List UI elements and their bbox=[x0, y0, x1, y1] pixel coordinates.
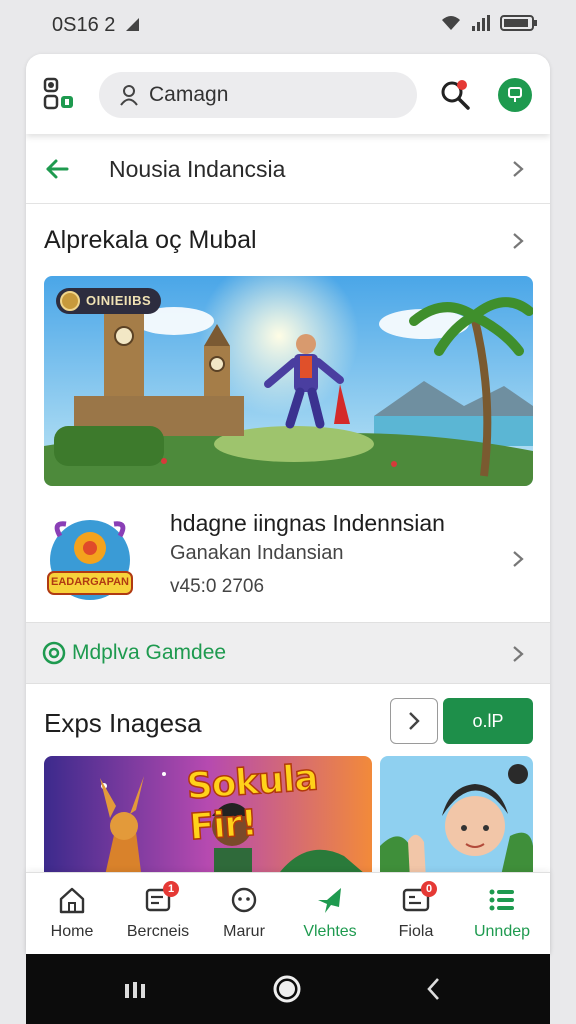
top-app-bar bbox=[26, 54, 550, 134]
wifi-icon bbox=[442, 16, 460, 30]
emblem-icon bbox=[60, 291, 80, 311]
target-icon bbox=[42, 641, 66, 665]
bottom-navigation: Home 1 Bercneis Marur Vlehtes 0 Fiola Un… bbox=[26, 872, 550, 954]
hero-badge: OINIEIIBS bbox=[56, 288, 162, 314]
featured-section-title: Alprekala oç Mubal bbox=[44, 226, 257, 254]
chevron-right-icon[interactable] bbox=[512, 645, 524, 663]
nav-home[interactable]: Home bbox=[29, 883, 115, 949]
chevron-right-icon bbox=[409, 712, 420, 730]
notification-badge: 0 bbox=[421, 881, 437, 897]
nav-label: Unndep bbox=[473, 923, 531, 940]
home-icon bbox=[59, 887, 85, 914]
nav-label: Marur bbox=[223, 923, 265, 940]
category-title: Nousia Indancsia bbox=[109, 156, 286, 182]
nav-label: Vlehtes bbox=[303, 923, 357, 940]
status-time: 0S16 2 bbox=[52, 14, 116, 36]
back-icon[interactable] bbox=[424, 976, 444, 1002]
search-input[interactable] bbox=[149, 83, 409, 107]
thumbnail-caption: Sokula Fir! bbox=[185, 757, 320, 849]
nav-vlehtes[interactable]: Vlehtes bbox=[287, 883, 373, 949]
signal-triangle-icon bbox=[126, 18, 139, 31]
category-row[interactable]: Nousia Indancsia bbox=[26, 134, 550, 204]
chevron-right-icon[interactable] bbox=[512, 160, 524, 178]
battery-icon bbox=[500, 15, 537, 31]
chevron-right-icon[interactable] bbox=[512, 232, 524, 250]
nav-fiola[interactable]: 0 Fiola bbox=[373, 881, 459, 949]
nav-games[interactable]: 1 Bercneis bbox=[115, 881, 201, 949]
cell-signal-icon bbox=[472, 15, 490, 31]
app-logo-text: EADARGAPAN bbox=[50, 576, 130, 588]
notification-badge: 1 bbox=[163, 881, 179, 897]
nav-label: Bercneis bbox=[126, 923, 190, 940]
featured-hero-image[interactable]: OINIEIIBS bbox=[44, 276, 533, 486]
app-info-row[interactable]: EADARGAPAN hdagne iingnas Indennsian Gan… bbox=[26, 498, 550, 622]
nav-unndep[interactable]: Unndep bbox=[459, 883, 545, 949]
back-arrow-icon[interactable] bbox=[44, 156, 70, 182]
main-card: Nousia Indancsia Alprekala oç Mubal bbox=[26, 54, 550, 954]
clock-icon bbox=[231, 887, 257, 913]
nav-marur[interactable]: Marur bbox=[201, 883, 287, 949]
menu-list-icon bbox=[489, 889, 514, 911]
status-icons bbox=[440, 14, 538, 32]
get-button[interactable]: o.lP bbox=[443, 698, 533, 744]
flag-icon bbox=[508, 87, 522, 102]
promo-label: Mdplva Gamdee bbox=[72, 641, 227, 664]
next-button[interactable] bbox=[390, 698, 438, 744]
app-version: v45:0 2706 bbox=[170, 576, 265, 597]
hero-badge-text: OINIEIIBS bbox=[86, 293, 152, 308]
recents-icon[interactable] bbox=[122, 976, 148, 1002]
app-logo-icon bbox=[47, 520, 133, 600]
nav-label: Home bbox=[50, 923, 94, 940]
app-name: hdagne iingnas Indennsian bbox=[170, 510, 445, 536]
nav-label: Fiola bbox=[398, 923, 434, 940]
search-notification-icon[interactable] bbox=[438, 78, 472, 112]
search-bar[interactable] bbox=[99, 72, 417, 118]
app-developer: Ganakan Indansian bbox=[170, 542, 344, 564]
star-icon bbox=[318, 888, 341, 913]
explore-thumbnail-1[interactable]: Sokula Fir! bbox=[44, 756, 372, 880]
thumbnail-illustration bbox=[380, 756, 533, 880]
explore-section-title: Exps Inagesa bbox=[44, 708, 202, 738]
apps-shortcut-icon[interactable] bbox=[42, 76, 78, 112]
system-nav-bar bbox=[26, 954, 550, 1024]
promo-row[interactable]: Mdplva Gamdee bbox=[26, 622, 550, 684]
chevron-right-icon[interactable] bbox=[512, 550, 524, 568]
explore-thumbnail-2[interactable] bbox=[380, 756, 533, 880]
home-circle-icon[interactable] bbox=[272, 974, 302, 1004]
status-bar: 0S16 2 bbox=[0, 0, 576, 52]
person-icon bbox=[120, 85, 138, 106]
profile-button[interactable] bbox=[498, 78, 532, 112]
